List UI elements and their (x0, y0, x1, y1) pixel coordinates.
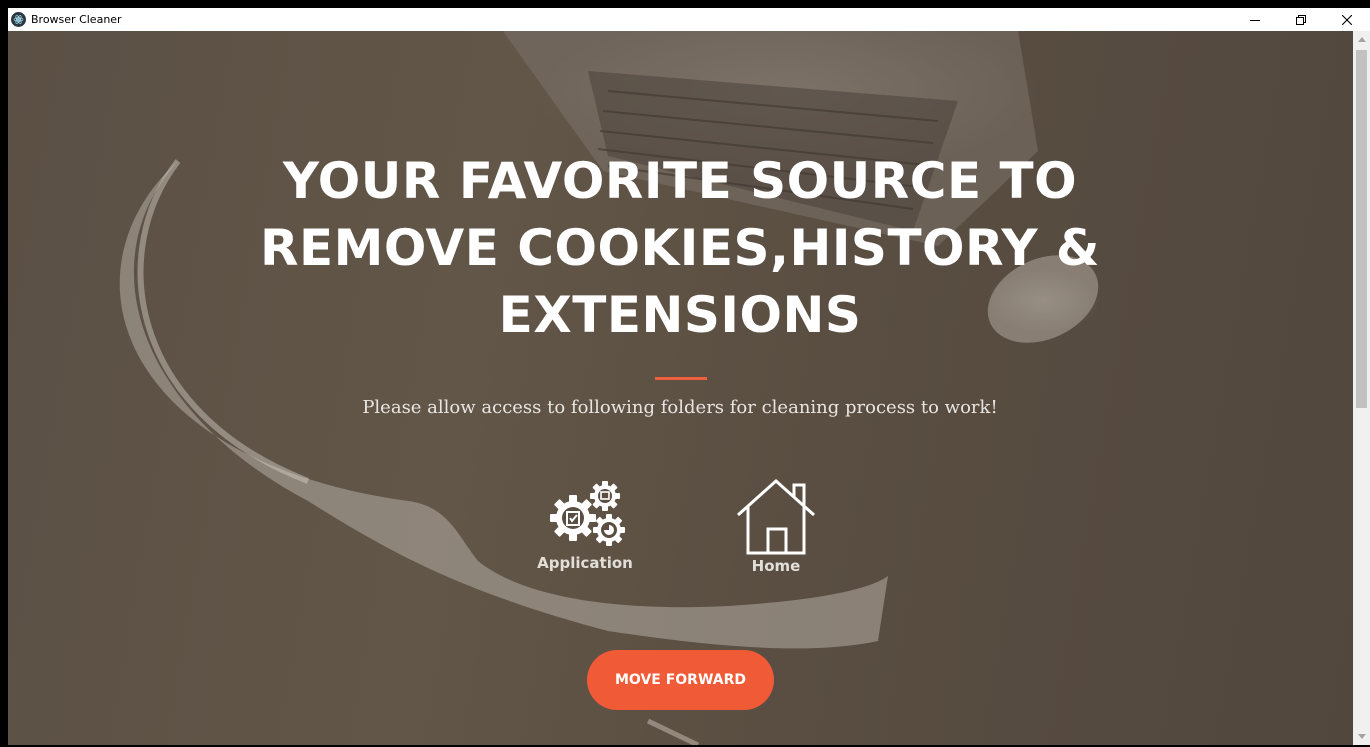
chevron-up-icon (1357, 37, 1366, 42)
background-photo (119, 31, 1099, 745)
application-folder[interactable]: Application (533, 478, 637, 572)
app-logo-icon (11, 12, 26, 27)
move-forward-button[interactable]: MOVE FORWARD (587, 650, 774, 710)
app-window: Browser Cleaner YOUR FAVORITE SOURCE TO … (8, 8, 1370, 745)
restore-button[interactable] (1278, 8, 1324, 31)
hero-title: YOUR FAVORITE SOURCE TO REMOVE COOKIES,H… (259, 152, 1101, 344)
scrollbar-thumb[interactable] (1356, 50, 1367, 408)
title-divider (655, 377, 707, 380)
minimize-button[interactable] (1232, 8, 1278, 31)
home-icon (736, 478, 816, 555)
window-title: Browser Cleaner (31, 13, 122, 26)
minimize-icon (1250, 19, 1260, 21)
hero-subtitle: Please allow access to following folders… (362, 397, 998, 418)
home-folder[interactable]: Home (724, 477, 828, 575)
chevron-down-icon (1357, 734, 1366, 739)
scroll-up-button[interactable] (1353, 31, 1370, 48)
close-button[interactable] (1324, 8, 1370, 31)
vertical-scrollbar[interactable] (1353, 31, 1370, 745)
main-content: YOUR FAVORITE SOURCE TO REMOVE COOKIES,H… (8, 31, 1353, 745)
close-icon (1342, 14, 1352, 25)
scroll-down-button[interactable] (1353, 728, 1370, 745)
application-folder-label: Application (537, 554, 633, 572)
gears-icon (550, 481, 625, 546)
home-folder-label: Home (751, 557, 801, 575)
title-bar: Browser Cleaner (8, 8, 1370, 31)
restore-icon (1296, 14, 1306, 25)
